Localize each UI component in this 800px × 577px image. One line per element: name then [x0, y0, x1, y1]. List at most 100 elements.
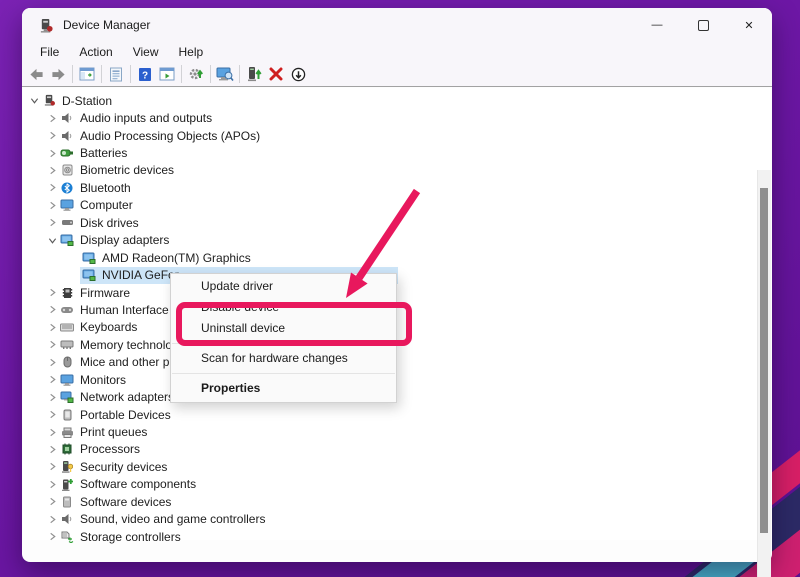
- tree-row-label: Disk drives: [80, 216, 139, 230]
- forward-icon[interactable]: [47, 64, 69, 85]
- tree-row-label: Audio inputs and outputs: [80, 111, 212, 125]
- tree-row[interactable]: Software devices: [23, 493, 771, 510]
- chevron-right-icon[interactable]: [45, 442, 59, 456]
- tree-row-label: Human Interface: [80, 303, 169, 317]
- menu-file[interactable]: File: [30, 43, 69, 61]
- device-manager-window: Device Manager — ✕ FileActionViewHelp ? …: [22, 8, 772, 562]
- show-console-tree-icon[interactable]: [76, 64, 98, 85]
- chevron-right-icon[interactable]: [45, 303, 59, 317]
- tree-row-label: Keyboards: [80, 320, 137, 334]
- chevron-right-icon[interactable]: [45, 512, 59, 526]
- chevron-right-icon[interactable]: [45, 408, 59, 422]
- chevron-right-icon[interactable]: [45, 181, 59, 195]
- action-pane-icon[interactable]: [156, 64, 178, 85]
- minimize-button[interactable]: —: [634, 8, 680, 42]
- help-icon[interactable]: ?: [134, 64, 156, 85]
- scan-hardware-icon[interactable]: [214, 64, 236, 85]
- context-menu-item-uninstall-device[interactable]: Uninstall device: [171, 318, 396, 339]
- chevron-right-icon[interactable]: [45, 425, 59, 439]
- memory-icon: [59, 338, 75, 351]
- update-device-icon[interactable]: [243, 64, 265, 85]
- chevron-right-icon[interactable]: [45, 390, 59, 404]
- uninstall-device-icon[interactable]: [265, 64, 287, 85]
- tree-row[interactable]: Print queues: [23, 423, 771, 440]
- chevron-right-icon[interactable]: [45, 146, 59, 160]
- tree-row[interactable]: Security devices: [23, 458, 771, 475]
- tree-row[interactable]: Processors: [23, 441, 771, 458]
- chevron-right-icon[interactable]: [45, 477, 59, 491]
- tree-row[interactable]: AMD Radeon(TM) Graphics: [23, 249, 771, 266]
- context-menu-item-properties[interactable]: Properties: [171, 378, 396, 399]
- page-title: Device Manager: [63, 18, 150, 32]
- tree-row[interactable]: Bluetooth: [23, 179, 771, 196]
- display-adapter-icon: [81, 269, 97, 282]
- tree-row-label: Software components: [80, 477, 196, 491]
- tree-row[interactable]: Firmware: [23, 284, 771, 301]
- maximize-button[interactable]: [680, 8, 726, 42]
- tree-row[interactable]: NVIDIA GeFor: [23, 266, 771, 283]
- scrollbar-thumb[interactable]: [760, 188, 768, 533]
- chevron-right-icon[interactable]: [45, 460, 59, 474]
- tree-row[interactable]: Network adapters: [23, 388, 771, 405]
- monitor-icon: [59, 199, 75, 212]
- context-menu-item-update-driver[interactable]: Update driver: [171, 276, 396, 297]
- tree-row[interactable]: Batteries: [23, 144, 771, 161]
- tree-row-label: Sound, video and game controllers: [80, 512, 265, 526]
- disable-device-icon[interactable]: [287, 64, 309, 85]
- title-bar: Device Manager — ✕: [22, 8, 772, 42]
- chevron-right-icon[interactable]: [45, 216, 59, 230]
- tree-row[interactable]: Biometric devices: [23, 162, 771, 179]
- tree-row[interactable]: Disk drives: [23, 214, 771, 231]
- keyboard-icon: [59, 321, 75, 334]
- display-adapter-icon: [81, 251, 97, 264]
- tree-row[interactable]: Sound, video and game controllers: [23, 511, 771, 528]
- tree-row-label: Processors: [80, 442, 140, 456]
- chevron-right-icon[interactable]: [45, 163, 59, 177]
- tree-row-label: Computer: [80, 198, 133, 212]
- chevron-right-icon[interactable]: [45, 129, 59, 143]
- menu-help[interactable]: Help: [169, 43, 214, 61]
- tree-row-label: Print queues: [80, 425, 147, 439]
- chevron-right-icon[interactable]: [45, 373, 59, 387]
- chevron-down-icon[interactable]: [27, 94, 41, 108]
- chevron-right-icon[interactable]: [45, 286, 59, 300]
- context-menu-item-scan-for-hardware-changes[interactable]: Scan for hardware changes: [171, 348, 396, 369]
- tree-row[interactable]: Audio Processing Objects (APOs): [23, 127, 771, 144]
- storage-icon: [59, 530, 75, 543]
- update-driver-icon[interactable]: [185, 64, 207, 85]
- toolbar-separator: [130, 65, 131, 83]
- tree-row[interactable]: Audio inputs and outputs: [23, 109, 771, 126]
- tree-row-label: Monitors: [80, 373, 126, 387]
- menu-view[interactable]: View: [123, 43, 169, 61]
- tree-row[interactable]: Display adapters: [23, 232, 771, 249]
- properties-icon[interactable]: [105, 64, 127, 85]
- chevron-right-icon[interactable]: [45, 111, 59, 125]
- scrollbar[interactable]: [757, 170, 771, 577]
- tree-row[interactable]: D-Station: [23, 92, 771, 109]
- chevron-right-icon[interactable]: [45, 320, 59, 334]
- chevron-right-icon[interactable]: [45, 198, 59, 212]
- chevron-right-icon[interactable]: [45, 530, 59, 544]
- tree-row[interactable]: Keyboards: [23, 319, 771, 336]
- toolbar: ?: [22, 62, 772, 87]
- menu-action[interactable]: Action: [69, 43, 122, 61]
- chevron-down-icon[interactable]: [45, 233, 59, 247]
- processor-icon: [59, 443, 75, 456]
- tree-row[interactable]: Human Interface: [23, 301, 771, 318]
- tree-row-label: Software devices: [80, 495, 171, 509]
- back-icon[interactable]: [25, 64, 47, 85]
- chevron-right-icon[interactable]: [45, 355, 59, 369]
- tree-row[interactable]: Storage controllers: [23, 528, 771, 545]
- monitor-icon: [59, 373, 75, 386]
- tree-row[interactable]: Software components: [23, 476, 771, 493]
- tree-row[interactable]: Mice and other p: [23, 354, 771, 371]
- tree-row-label: Security devices: [80, 460, 167, 474]
- close-button[interactable]: ✕: [726, 8, 772, 42]
- tree-row[interactable]: Monitors: [23, 371, 771, 388]
- tree-row[interactable]: Memory technolo: [23, 336, 771, 353]
- chevron-right-icon[interactable]: [45, 495, 59, 509]
- context-menu-item-disable-device[interactable]: Disable device: [171, 297, 396, 318]
- chevron-right-icon[interactable]: [45, 338, 59, 352]
- tree-row[interactable]: Computer: [23, 197, 771, 214]
- tree-row[interactable]: Portable Devices: [23, 406, 771, 423]
